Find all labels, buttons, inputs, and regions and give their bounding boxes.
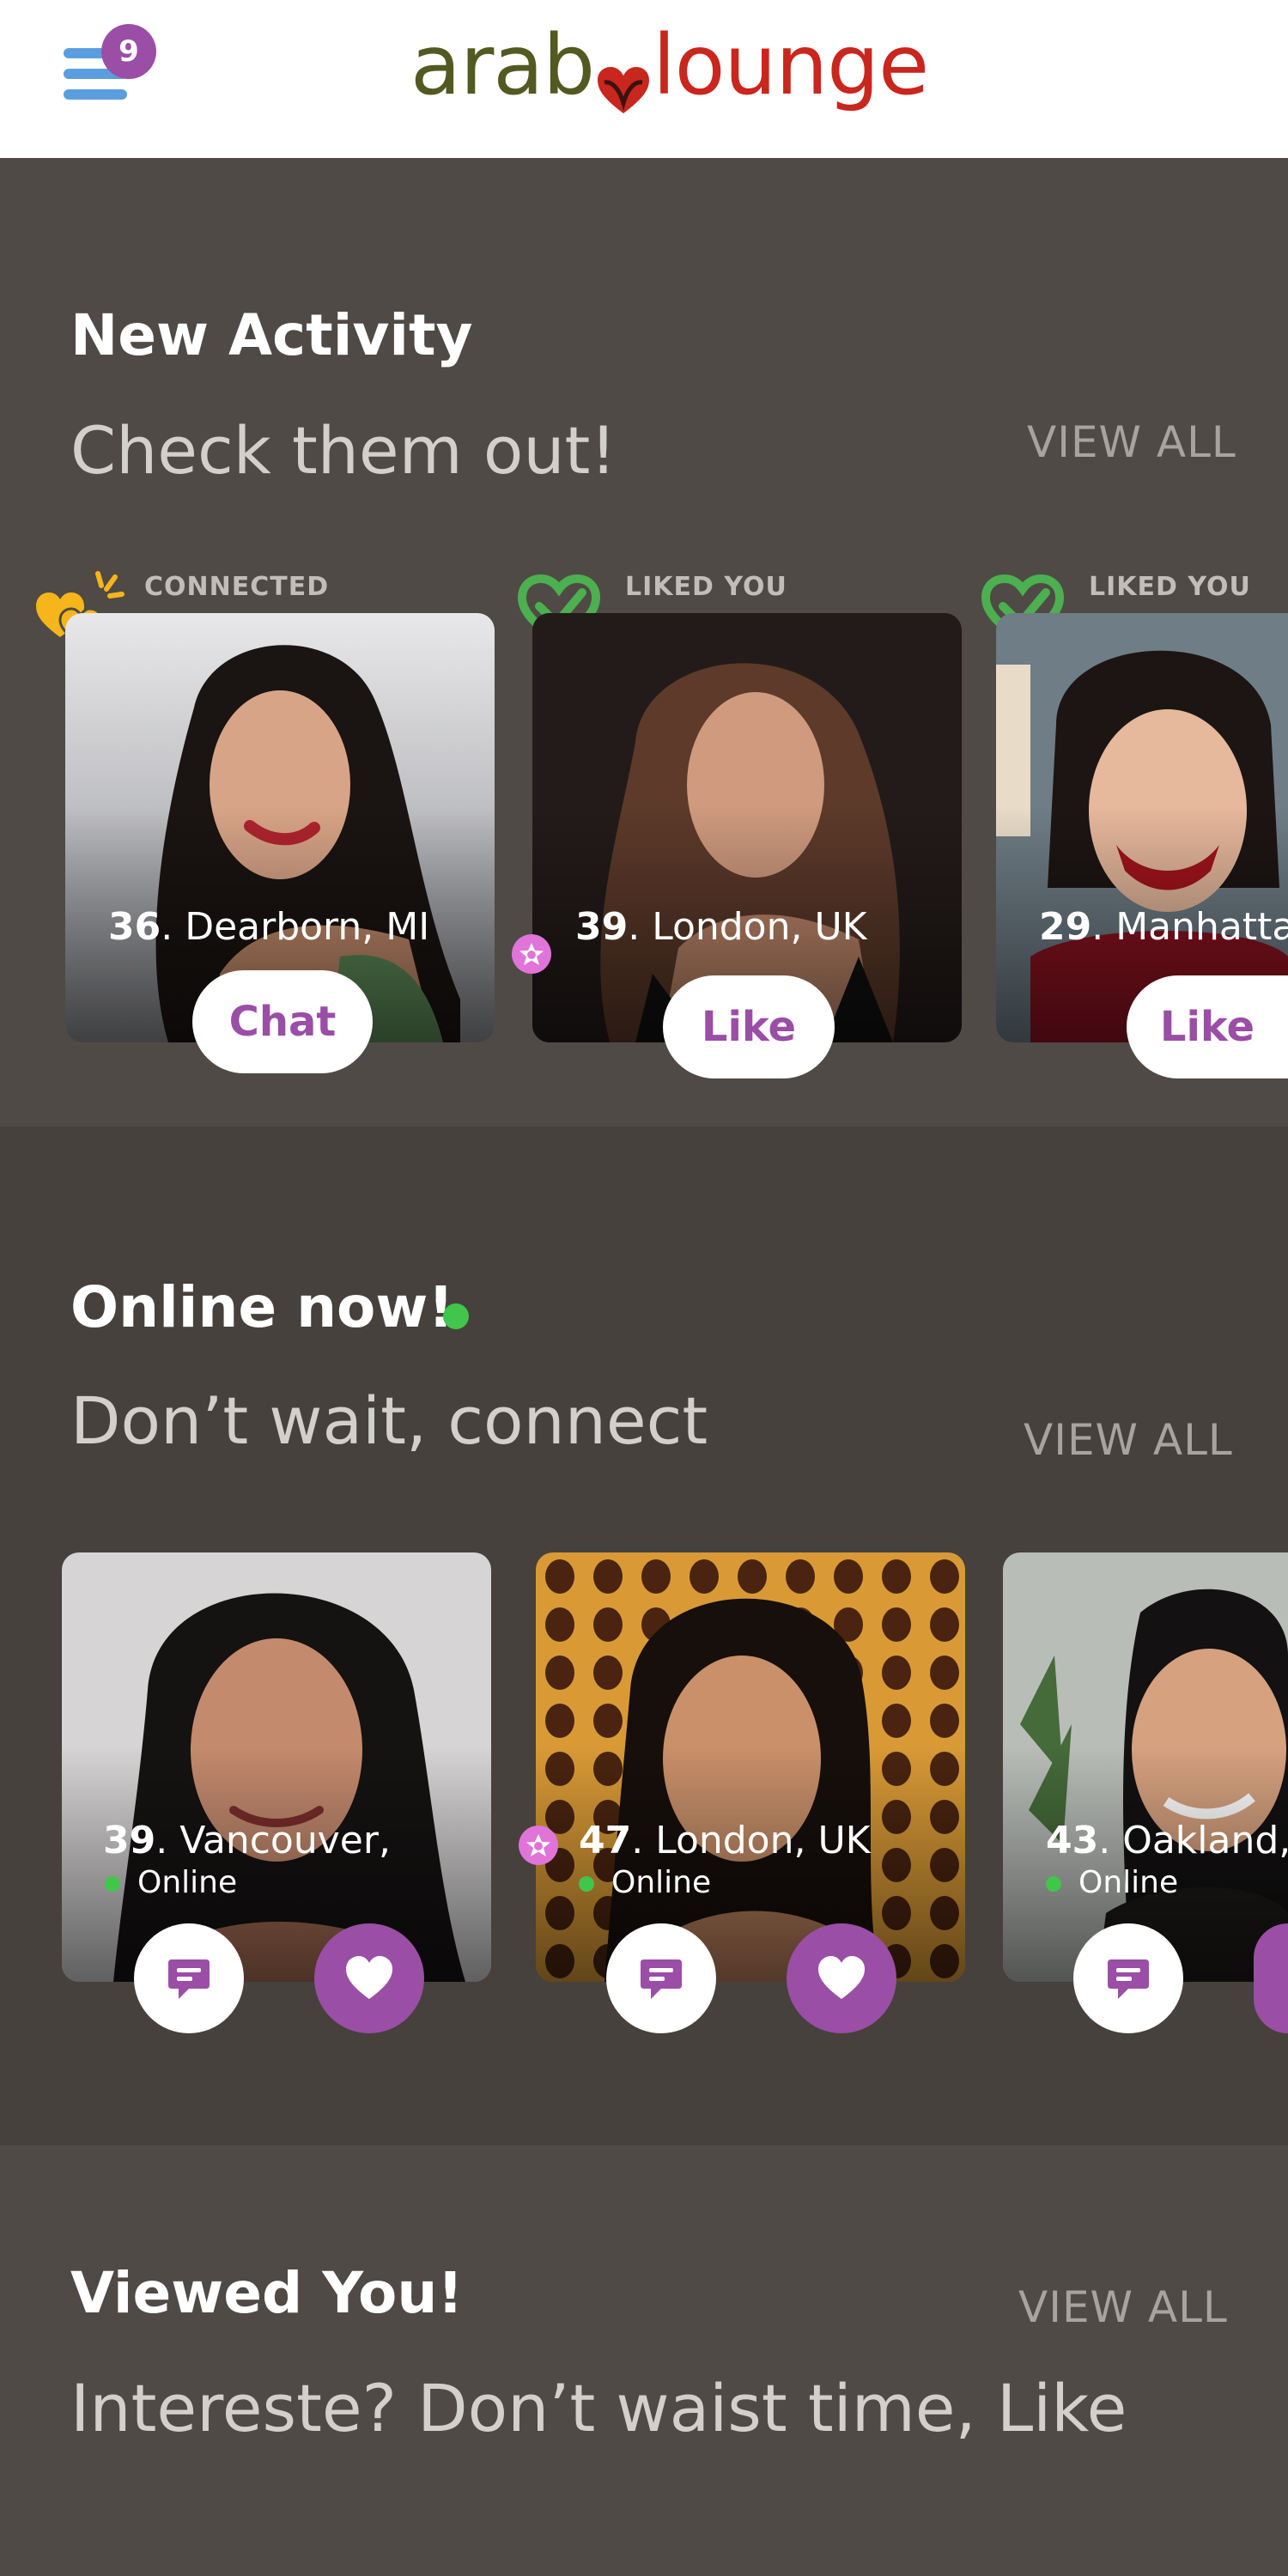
card-details: 36. Dearborn, MI	[108, 905, 429, 949]
card-age: 39	[575, 905, 629, 949]
profile-card[interactable]: 47. London, UK Online	[536, 1552, 965, 1982]
like-heart-button[interactable]	[787, 1923, 896, 2033]
card-location: . London, UK	[631, 1819, 871, 1862]
section-title: Viewed You!	[70, 2260, 464, 2326]
status-label: CONNECTED	[144, 572, 330, 602]
online-status: Online	[1046, 1865, 1178, 1900]
message-button[interactable]	[134, 1923, 244, 2033]
online-dot-icon	[579, 1876, 594, 1892]
app-header: 9 arab lounge	[0, 0, 1288, 158]
chat-icon	[1108, 1959, 1149, 1999]
section-title: Online now!	[70, 1274, 454, 1340]
heart-icon	[346, 1956, 392, 1999]
card-age: 43	[1046, 1819, 1099, 1862]
logo-text-right: lounge	[653, 17, 929, 113]
view-all-link[interactable]: VIEW ALL	[1024, 1415, 1233, 1465]
card-location: . Oakland,	[1098, 1819, 1288, 1862]
chat-icon	[641, 1959, 682, 1999]
card-age: 36	[108, 905, 161, 949]
view-all-link[interactable]: VIEW ALL	[1027, 417, 1236, 467]
premium-star-icon	[519, 1826, 558, 1865]
new-activity-section: New Activity Check them out! VIEW ALL CO…	[0, 158, 1288, 1127]
card-location: . Vancouver,	[155, 1819, 391, 1862]
section-title: New Activity	[70, 302, 473, 368]
section-subtitle: Check them out!	[70, 412, 617, 489]
card-location: . London, UK	[628, 905, 867, 949]
status-label: LIKED YOU	[625, 572, 787, 602]
card-age: 47	[579, 1819, 632, 1862]
online-status: Online	[105, 1865, 237, 1900]
premium-star-icon	[512, 934, 551, 974]
card-details: 29. Manhattan	[1039, 905, 1288, 949]
logo-text-left: arab	[410, 17, 595, 113]
card-details: 39. London, UK	[575, 905, 867, 949]
card-details: 39. Vancouver,	[103, 1819, 391, 1862]
online-dot-icon	[1046, 1876, 1061, 1892]
section-subtitle: Intereste? Don’t waist time, Like	[70, 2370, 1127, 2446]
card-details: 43. Oakland,	[1046, 1819, 1288, 1862]
like-button[interactable]: Like	[1127, 975, 1288, 1078]
profile-card[interactable]: 39. Vancouver, Online	[62, 1552, 491, 1982]
card-location: . Manhattan	[1091, 905, 1288, 949]
card-shade	[62, 1746, 491, 1982]
status-label: LIKED YOU	[1089, 572, 1251, 602]
like-button[interactable]: Like	[663, 975, 835, 1078]
online-now-section: Online now! Don’t wait, connect VIEW ALL…	[0, 1127, 1288, 2145]
viewed-you-section: Viewed You! VIEW ALL Intereste? Don’t wa…	[0, 2145, 1288, 2576]
section-subtitle: Don’t wait, connect	[70, 1382, 708, 1459]
card-age: 29	[1039, 905, 1092, 949]
chat-button[interactable]: Chat	[192, 970, 373, 1073]
profile-card[interactable]: 43. Oakland, Online	[1003, 1552, 1288, 1982]
view-all-link[interactable]: VIEW ALL	[1018, 2282, 1228, 2332]
online-indicator-icon	[443, 1303, 469, 1329]
message-button[interactable]	[1073, 1923, 1183, 2033]
notification-badge: 9	[101, 24, 156, 79]
chat-icon	[168, 1959, 210, 1999]
logo-heart-icon	[598, 66, 650, 113]
card-details: 47. London, UK	[579, 1819, 871, 1862]
like-heart-button[interactable]	[1254, 1923, 1288, 2033]
online-text: Online	[1078, 1865, 1179, 1900]
menu-icon-bar	[64, 89, 127, 100]
online-text: Online	[611, 1865, 712, 1900]
message-button[interactable]	[606, 1923, 716, 2033]
card-shade	[536, 1746, 965, 1982]
card-age: 39	[103, 1819, 156, 1862]
like-heart-button[interactable]	[314, 1923, 424, 2033]
heart-icon	[818, 1956, 865, 1999]
online-dot-icon	[105, 1876, 120, 1892]
card-location: . Dearborn, MI	[161, 905, 430, 949]
online-text: Online	[137, 1865, 238, 1900]
app-logo[interactable]: arab lounge	[410, 17, 929, 129]
online-status: Online	[579, 1865, 711, 1900]
